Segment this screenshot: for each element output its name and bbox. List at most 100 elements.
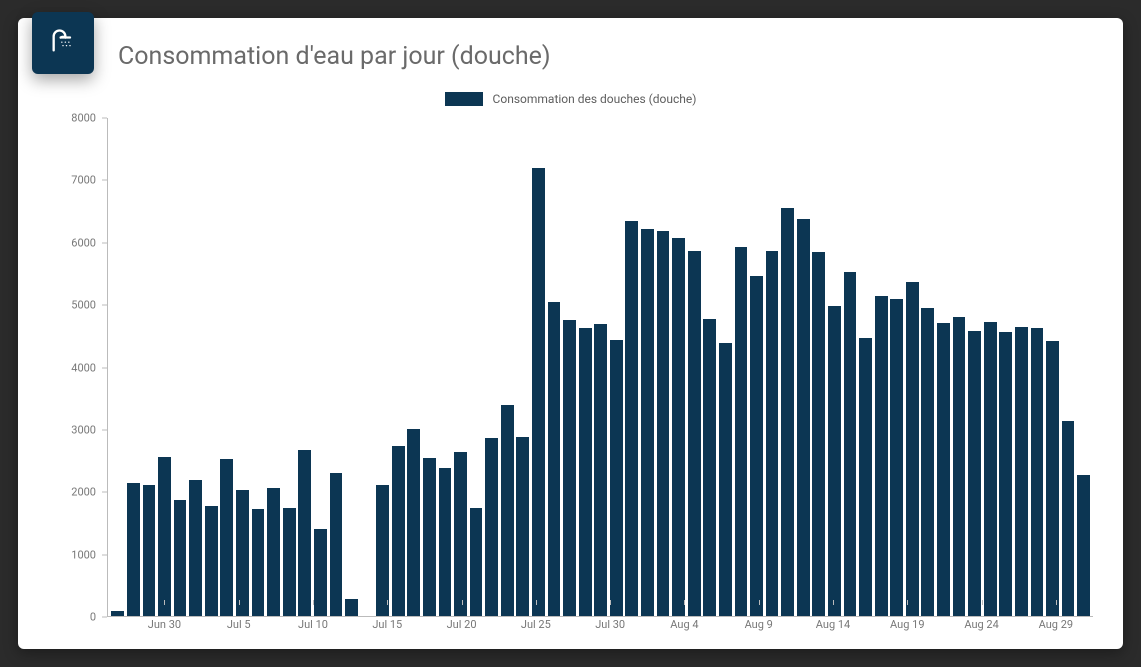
bar-slot: [686, 118, 702, 616]
bar[interactable]: [252, 509, 265, 616]
bar[interactable]: [220, 459, 233, 616]
bar[interactable]: [1046, 341, 1059, 616]
bar[interactable]: [968, 331, 981, 616]
bar[interactable]: [1062, 421, 1075, 616]
bar[interactable]: [111, 611, 124, 616]
bar[interactable]: [516, 437, 529, 616]
x-tick-mark: [907, 600, 908, 605]
x-tick-mark: [833, 600, 834, 605]
x-tick-mark: [1056, 600, 1057, 605]
bar[interactable]: [735, 247, 748, 616]
bar[interactable]: [532, 168, 545, 616]
bar-slot: [157, 118, 173, 616]
bar[interactable]: [314, 529, 327, 616]
bar-slot: [982, 118, 998, 616]
shower-icon-badge: [32, 12, 94, 74]
bar-slot: [780, 118, 796, 616]
bar[interactable]: [501, 405, 514, 616]
x-tick-label: Jul 15: [372, 618, 402, 631]
x-tick-label: Jul 10: [298, 618, 328, 631]
y-tick-label: 5000: [58, 299, 96, 312]
bar[interactable]: [174, 500, 187, 616]
bar[interactable]: [579, 328, 592, 616]
bar[interactable]: [750, 276, 763, 616]
x-axis: Jun 30Jul 5Jul 10Jul 15Jul 20Jul 25Jul 3…: [157, 618, 1093, 634]
x-tick-label: Jul 20: [447, 618, 477, 631]
bar-slot: [390, 118, 406, 616]
bar[interactable]: [937, 323, 950, 616]
bar[interactable]: [283, 508, 296, 616]
bar[interactable]: [875, 296, 888, 616]
bar[interactable]: [376, 485, 389, 616]
bar[interactable]: [563, 320, 576, 616]
bar[interactable]: [828, 306, 841, 616]
bar[interactable]: [330, 473, 343, 616]
bar[interactable]: [392, 446, 405, 616]
bar[interactable]: [485, 438, 498, 616]
bar[interactable]: [189, 480, 202, 616]
bar-slot: [546, 118, 562, 616]
y-tick-label: 4000: [58, 361, 96, 374]
bar-slot: [577, 118, 593, 616]
bar[interactable]: [594, 324, 607, 616]
x-tick-label: Aug 4: [670, 618, 698, 631]
bar[interactable]: [1077, 475, 1090, 616]
bar[interactable]: [672, 238, 685, 616]
bar[interactable]: [953, 317, 966, 616]
bar-slot: [1060, 118, 1076, 616]
bar[interactable]: [984, 322, 997, 616]
bar[interactable]: [641, 229, 654, 616]
bar[interactable]: [688, 251, 701, 616]
bar-slot: [795, 118, 811, 616]
bar[interactable]: [127, 483, 140, 616]
bar[interactable]: [345, 599, 358, 616]
bar[interactable]: [1015, 327, 1028, 616]
bar[interactable]: [1031, 328, 1044, 616]
bar[interactable]: [454, 452, 467, 616]
y-tick-label: 0: [58, 611, 96, 624]
bar[interactable]: [439, 468, 452, 616]
bar[interactable]: [781, 208, 794, 616]
y-tick-label: 3000: [58, 423, 96, 436]
bar-slot: [375, 118, 391, 616]
chart-body: Jun 30Jul 5Jul 10Jul 15Jul 20Jul 25Jul 3…: [107, 118, 1093, 617]
bar-slot: [889, 118, 905, 616]
bar-slot: [188, 118, 204, 616]
x-tick-mark: [462, 600, 463, 605]
bar-slot: [126, 118, 142, 616]
bar[interactable]: [470, 508, 483, 616]
bar[interactable]: [610, 340, 623, 616]
bar[interactable]: [906, 282, 919, 616]
bar-slot: [998, 118, 1014, 616]
bar-slot: [858, 118, 874, 616]
bar[interactable]: [703, 319, 716, 616]
bar[interactable]: [158, 457, 171, 616]
bar[interactable]: [812, 252, 825, 616]
bar-slot: [266, 118, 282, 616]
bar[interactable]: [797, 219, 810, 616]
bar[interactable]: [298, 450, 311, 616]
bar[interactable]: [844, 272, 857, 616]
bar[interactable]: [143, 485, 156, 616]
bar-slot: [655, 118, 671, 616]
bar[interactable]: [205, 506, 218, 616]
x-tick-mark: [759, 600, 760, 605]
bar[interactable]: [766, 251, 779, 616]
bar[interactable]: [267, 488, 280, 616]
bar-slot: [936, 118, 952, 616]
bar[interactable]: [719, 343, 732, 616]
bar[interactable]: [890, 299, 903, 616]
bar[interactable]: [999, 332, 1012, 616]
bar[interactable]: [548, 302, 561, 616]
bar[interactable]: [407, 429, 420, 616]
bar[interactable]: [859, 338, 872, 616]
bar[interactable]: [423, 458, 436, 616]
x-tick-mark: [684, 600, 685, 605]
bar[interactable]: [236, 490, 249, 616]
x-tick-mark: [610, 600, 611, 605]
bar-slot: [842, 118, 858, 616]
bar-slot: [328, 118, 344, 616]
bar[interactable]: [921, 308, 934, 616]
bar[interactable]: [657, 231, 670, 616]
bar[interactable]: [625, 221, 638, 616]
